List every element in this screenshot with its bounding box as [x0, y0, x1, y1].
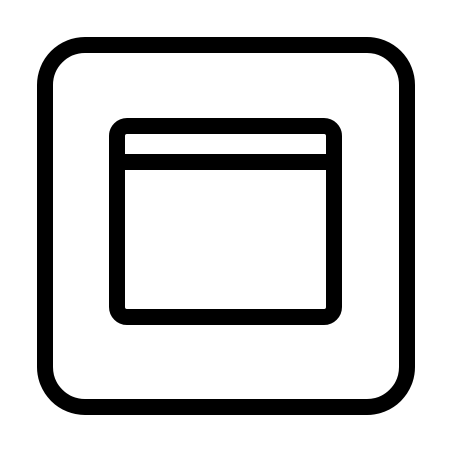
window-in-frame-icon: [37, 37, 415, 415]
icon-canvas: [0, 0, 452, 452]
